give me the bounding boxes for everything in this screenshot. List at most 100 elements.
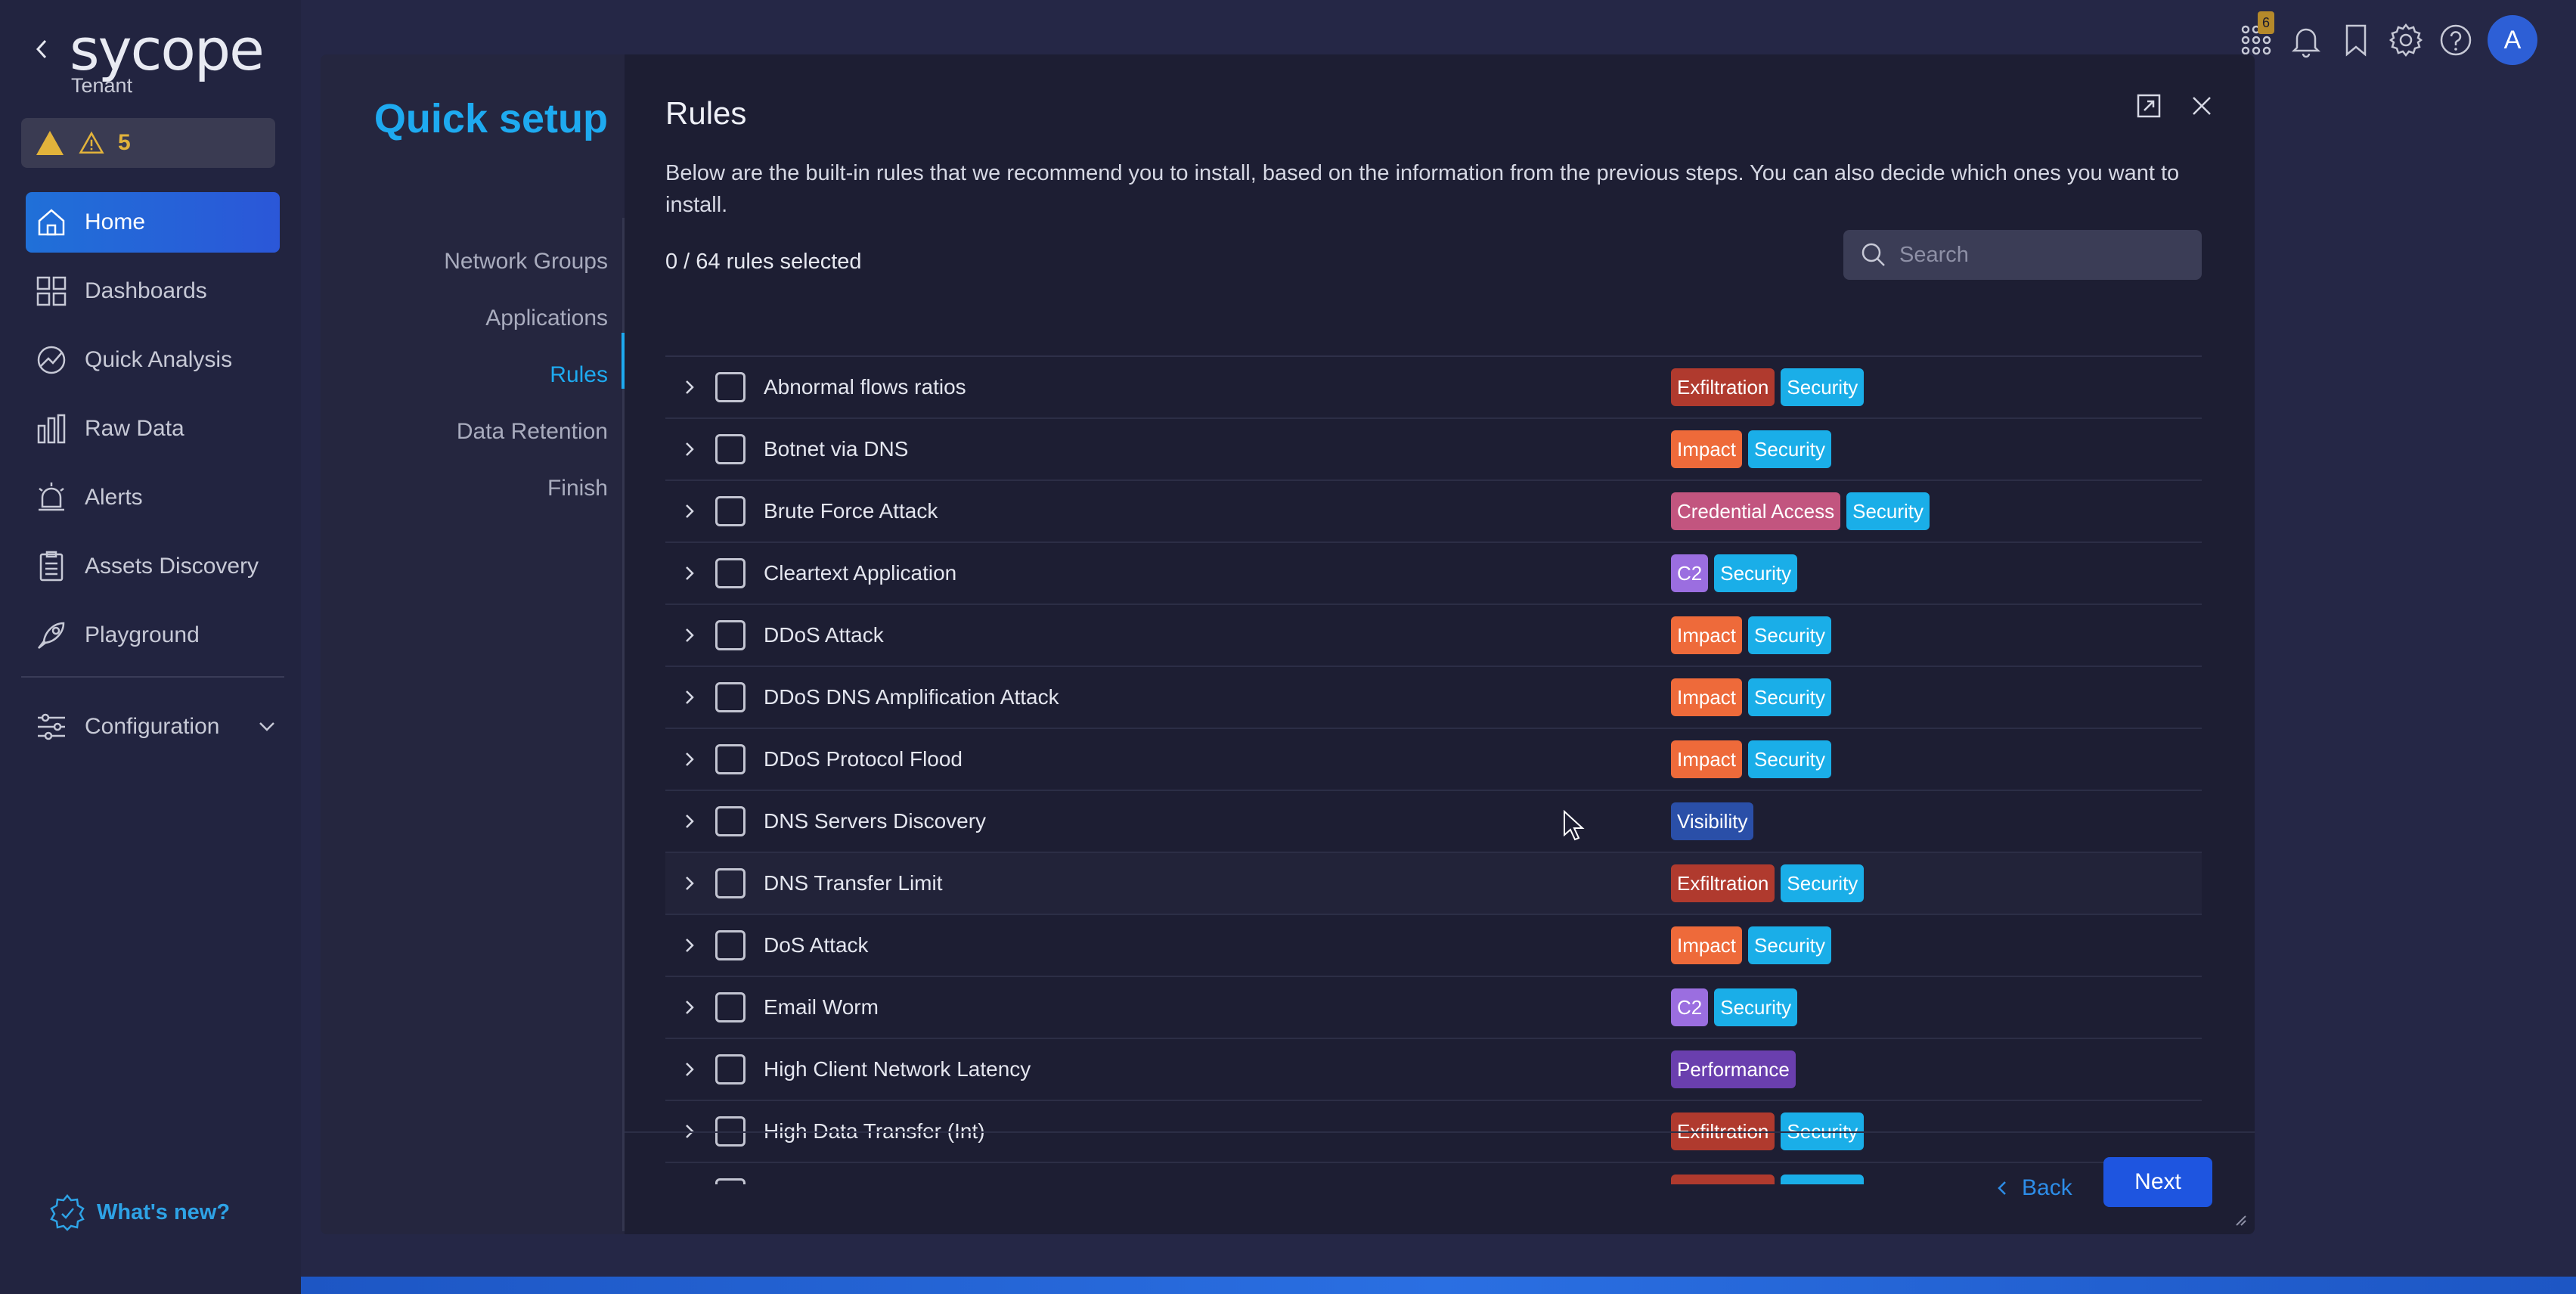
gear-icon (2388, 23, 2423, 57)
apps-grid-button[interactable]: 6 (2238, 11, 2274, 58)
settings-button[interactable] (2388, 22, 2424, 58)
nav-divider (21, 676, 284, 678)
chevron-right-icon[interactable] (679, 625, 700, 646)
rule-row[interactable]: Exfiltration Security (665, 1163, 2202, 1184)
nav-label-quick-analysis: Quick Analysis (85, 347, 233, 372)
rule-checkbox[interactable] (715, 558, 746, 588)
tag-badge: Security (1781, 864, 1865, 902)
chevron-right-icon[interactable] (679, 439, 700, 460)
nav-label-configuration: Configuration (85, 714, 220, 739)
footer-divider (625, 1131, 2255, 1133)
chevron-right-icon[interactable] (679, 873, 700, 894)
rule-row[interactable]: DoS Attack Impact Security (665, 915, 2202, 977)
chevron-right-icon[interactable] (679, 935, 700, 956)
step-data-retention[interactable]: Data Retention (444, 403, 608, 460)
rule-checkbox[interactable] (715, 806, 746, 836)
nav-label-assets-discovery: Assets Discovery (85, 554, 259, 579)
chevron-right-icon[interactable] (679, 501, 700, 522)
warning-outline-icon (79, 131, 104, 154)
tag-badge: Impact (1671, 616, 1743, 654)
rule-checkbox[interactable] (715, 930, 746, 960)
user-avatar[interactable]: A (2488, 15, 2537, 65)
nav-item-playground[interactable]: Playground (26, 605, 280, 666)
rule-row[interactable]: DNS Transfer Limit Exfiltration Security (665, 853, 2202, 915)
chevron-right-icon[interactable] (679, 1183, 700, 1184)
rule-name: Brute Force Attack (764, 499, 938, 523)
rule-row[interactable]: DDoS DNS Amplification Attack Impact Secur… (665, 667, 2202, 729)
rule-checkbox[interactable] (715, 372, 746, 402)
rules-description: Below are the built-in rules that we rec… (665, 161, 2180, 217)
home-icon (38, 209, 65, 236)
dashboards-icon (36, 276, 67, 306)
chevron-right-icon[interactable] (679, 997, 700, 1018)
rule-tags: Credential Access Security (1671, 492, 1930, 530)
alerts-summary[interactable]: 5 (21, 118, 275, 168)
rule-tags: C2 Security (1671, 988, 1798, 1026)
rule-row[interactable]: DDoS Attack Impact Security (665, 605, 2202, 667)
rule-row[interactable]: DNS Servers Discovery Visibility (665, 791, 2202, 853)
tag-badge: Impact (1671, 740, 1743, 778)
rule-checkbox[interactable] (715, 868, 746, 898)
step-network-groups[interactable]: Network Groups (444, 233, 608, 290)
bookmark-icon (2345, 24, 2367, 57)
rule-tags: ExfiltrationSecurity (1671, 1175, 1865, 1184)
rule-checkbox[interactable] (715, 992, 746, 1022)
rule-tags: Performance (1671, 1050, 1796, 1088)
close-icon[interactable] (2188, 92, 2215, 119)
chevron-right-icon[interactable] (679, 749, 700, 770)
search-input[interactable] (1899, 242, 2187, 268)
rule-checkbox[interactable] (715, 496, 746, 526)
rule-checkbox[interactable] (715, 434, 746, 464)
rule-row[interactable]: Email Worm C2 Security (665, 977, 2202, 1039)
nav-item-assets-discovery[interactable]: Assets Discovery (26, 536, 280, 597)
collapse-chevron-icon[interactable] (33, 36, 50, 62)
rule-row[interactable]: Abnormal flows ratios Exfiltration Securit… (665, 357, 2202, 419)
chevron-right-icon[interactable] (679, 811, 700, 832)
bookmarks-button[interactable] (2338, 22, 2374, 58)
back-button[interactable]: Back (1996, 1165, 2072, 1212)
nav-item-configuration[interactable]: Configuration (35, 699, 277, 755)
chevron-right-icon[interactable] (679, 377, 700, 398)
nav-item-quick-analysis[interactable]: Quick Analysis (26, 330, 280, 390)
step-finish[interactable]: Finish (444, 460, 608, 517)
tag-badge: Exfiltration (1671, 368, 1775, 406)
notifications-button[interactable] (2288, 22, 2324, 58)
chevron-right-icon[interactable] (679, 687, 700, 708)
expand-icon[interactable] (2135, 92, 2162, 119)
nav-item-alerts[interactable]: Alerts (26, 467, 280, 528)
rule-name: Abnormal flows ratios (764, 375, 966, 399)
nav-item-home[interactable]: Home (26, 192, 280, 253)
rule-tags: ExfiltrationSecurity (1671, 864, 1865, 902)
next-button[interactable]: Next (2103, 1157, 2212, 1207)
nav-item-dashboards[interactable]: Dashboards (26, 261, 280, 321)
tag-badge: Security (1748, 926, 1831, 964)
tag-badge: C2 (1671, 988, 1709, 1026)
rule-checkbox[interactable] (715, 744, 746, 774)
rule-checkbox[interactable] (715, 1178, 746, 1184)
tag-badge: Security (1781, 368, 1865, 406)
step-rules[interactable]: Rules (444, 346, 608, 403)
main-nav: Home Dashboards Quick Analysis Raw Data … (26, 192, 280, 674)
help-button[interactable] (2438, 22, 2474, 58)
rule-tags: Impact Security (1671, 616, 1831, 654)
topbar-actions: 6 A (2238, 11, 2537, 65)
rule-checkbox[interactable] (715, 620, 746, 650)
rule-name: High Client Network Latency (764, 1057, 1031, 1081)
search-box[interactable] (1843, 230, 2202, 280)
nav-label-alerts: Alerts (85, 485, 143, 510)
sycope-logo[interactable]: sycope (70, 20, 265, 80)
rule-row[interactable]: Botnet via DNS Impact Security (665, 419, 2202, 481)
rule-row[interactable]: Cleartext Application C2 Security (665, 543, 2202, 605)
step-applications[interactable]: Applications (444, 290, 608, 346)
nav-item-raw-data[interactable]: Raw Data (26, 399, 280, 459)
rule-name: Botnet via DNS (764, 437, 909, 461)
chevron-right-icon[interactable] (679, 1059, 700, 1080)
rule-checkbox[interactable] (715, 682, 746, 712)
rule-row[interactable]: DDoS Protocol Flood Impact Security (665, 729, 2202, 791)
chevron-right-icon[interactable] (679, 563, 700, 584)
rule-row[interactable]: High Client Network Latency Performance (665, 1039, 2202, 1101)
resize-grip-icon[interactable] (2233, 1213, 2247, 1227)
whats-new-link[interactable]: What's new? (48, 1193, 230, 1231)
rule-checkbox[interactable] (715, 1054, 746, 1085)
rule-row[interactable]: Brute Force Attack Credential Access Secur… (665, 481, 2202, 543)
